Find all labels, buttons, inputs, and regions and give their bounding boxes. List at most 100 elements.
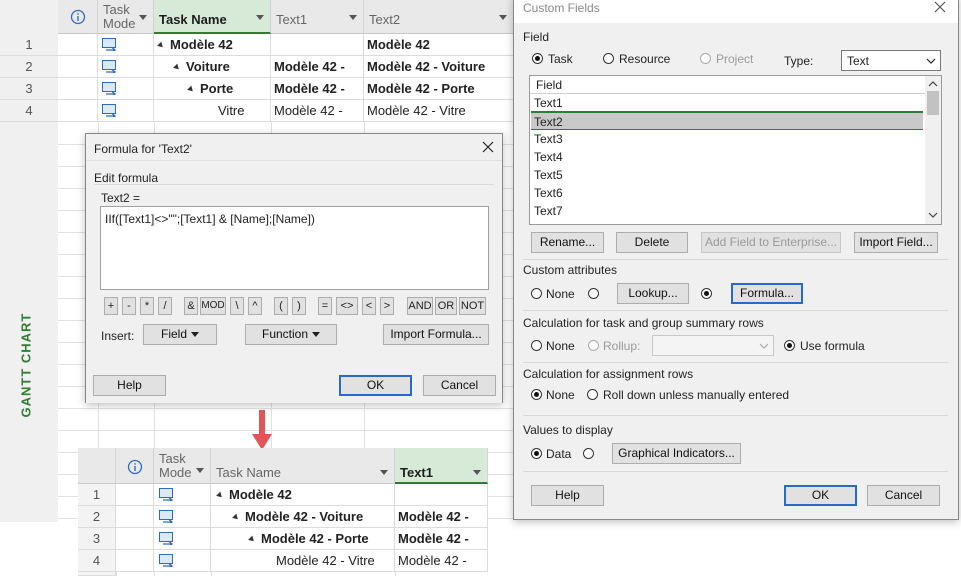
- header-task-mode[interactable]: Task Mode: [98, 0, 154, 34]
- assignment-roll-down-radio[interactable]: [587, 389, 598, 400]
- collapse-triangle-icon[interactable]: [248, 535, 256, 544]
- list-item-selected[interactable]: Text2: [531, 112, 923, 130]
- text1-cell[interactable]: [271, 34, 364, 56]
- summary-use-formula-radio[interactable]: [784, 340, 795, 351]
- insert-function-button[interactable]: Function: [245, 324, 337, 345]
- header-task-mode[interactable]: Task Mode: [154, 448, 211, 484]
- list-item[interactable]: Text5: [531, 166, 923, 184]
- summary-rollup-radio[interactable]: [588, 340, 599, 351]
- chevron-up-icon[interactable]: [928, 80, 938, 87]
- list-item[interactable]: Text7: [531, 202, 923, 220]
- collapse-triangle-icon[interactable]: [232, 513, 240, 522]
- operator-equals-button[interactable]: =: [318, 297, 332, 315]
- operator-divide-button[interactable]: /: [158, 297, 172, 315]
- rollup-select[interactable]: [652, 335, 774, 356]
- operator-less-than-button[interactable]: <: [362, 297, 376, 315]
- cancel-button[interactable]: Cancel: [423, 375, 496, 396]
- text2-cell[interactable]: Modèle 42 - Porte: [364, 78, 514, 100]
- task-name-cell[interactable]: Modèle 42 - Porte: [211, 528, 395, 550]
- collapse-triangle-icon[interactable]: [173, 63, 181, 72]
- text1-cell[interactable]: [395, 484, 488, 506]
- resource-radio[interactable]: [603, 53, 614, 64]
- operator-mod-button[interactable]: MOD: [200, 297, 226, 315]
- insert-field-button[interactable]: Field: [143, 324, 217, 345]
- task-name-cell[interactable]: Porte: [154, 78, 271, 100]
- text1-cell[interactable]: Modèle 42 -: [395, 506, 488, 528]
- operator-plus-button[interactable]: +: [104, 297, 118, 315]
- operator-backslash-button[interactable]: \: [230, 297, 244, 315]
- attributes-none-radio[interactable]: [531, 288, 542, 299]
- lookup-button[interactable]: Lookup...: [617, 283, 689, 304]
- collapse-triangle-icon[interactable]: [187, 85, 195, 94]
- header-task-name[interactable]: Task Name: [154, 0, 271, 34]
- operator-or-button[interactable]: OR: [435, 297, 457, 315]
- header-info[interactable]: [58, 0, 98, 34]
- ok-button[interactable]: OK: [339, 375, 412, 396]
- task-mode-cell[interactable]: [98, 34, 154, 56]
- text1-cell[interactable]: Modèle 42 -: [271, 100, 364, 122]
- task-mode-cell[interactable]: [98, 56, 154, 78]
- project-radio[interactable]: [700, 53, 711, 64]
- task-mode-cell[interactable]: [154, 550, 211, 572]
- values-graphical-radio[interactable]: [583, 448, 594, 459]
- text1-cell[interactable]: Modèle 42 -: [395, 528, 488, 550]
- graphical-indicators-button[interactable]: Graphical Indicators...: [612, 443, 741, 464]
- task-mode-cell[interactable]: [98, 78, 154, 100]
- task-mode-cell[interactable]: [154, 506, 211, 528]
- text1-cell[interactable]: Modèle 42 -: [395, 550, 488, 572]
- chevron-down-icon[interactable]: [928, 212, 938, 219]
- header-text2[interactable]: Text2: [364, 0, 514, 34]
- collapse-triangle-icon[interactable]: [157, 41, 165, 50]
- ok-button[interactable]: OK: [784, 485, 857, 506]
- operator-and-button[interactable]: AND: [407, 297, 433, 315]
- task-name-cell[interactable]: Modèle 42: [211, 484, 395, 506]
- text2-cell[interactable]: Modèle 42: [364, 34, 514, 56]
- task-name-cell[interactable]: Modèle 42: [154, 34, 271, 56]
- list-item[interactable]: Text6: [531, 184, 923, 202]
- help-button[interactable]: Help: [531, 485, 604, 506]
- text2-cell[interactable]: Modèle 42 - Voiture: [364, 56, 514, 78]
- operator-multiply-button[interactable]: *: [140, 297, 154, 315]
- task-mode-cell[interactable]: [154, 484, 211, 506]
- help-button[interactable]: Help: [93, 375, 166, 396]
- list-item[interactable]: Text3: [531, 130, 923, 148]
- operator-open-paren-button[interactable]: (: [274, 297, 288, 315]
- list-item[interactable]: Text4: [531, 148, 923, 166]
- field-list[interactable]: Field Text1 Text2 Text3 Text4 Text5 Text…: [529, 75, 942, 225]
- formula-button[interactable]: Formula...: [731, 283, 803, 304]
- list-item[interactable]: Text8: [531, 220, 923, 224]
- assignment-none-radio[interactable]: [531, 389, 542, 400]
- header-text1[interactable]: Text1: [395, 448, 488, 484]
- collapse-triangle-icon[interactable]: [216, 491, 224, 500]
- operator-close-paren-button[interactable]: ): [292, 297, 306, 315]
- task-name-cell[interactable]: Vitre: [154, 100, 271, 122]
- task-mode-cell[interactable]: [98, 100, 154, 122]
- text1-cell[interactable]: Modèle 42 -: [271, 56, 364, 78]
- operator-not-equal-button[interactable]: <>: [336, 297, 358, 315]
- summary-none-radio[interactable]: [531, 340, 542, 351]
- list-scrollbar[interactable]: [925, 76, 941, 224]
- import-formula-button[interactable]: Import Formula...: [383, 324, 489, 345]
- close-icon[interactable]: [482, 141, 494, 153]
- import-field-button[interactable]: Import Field...: [854, 232, 938, 253]
- close-icon[interactable]: [934, 1, 946, 13]
- task-name-cell[interactable]: Voiture: [154, 56, 271, 78]
- cancel-button[interactable]: Cancel: [867, 485, 940, 506]
- type-select[interactable]: Text: [841, 50, 941, 71]
- rename-button[interactable]: Rename...: [531, 232, 604, 253]
- operator-not-button[interactable]: NOT: [459, 297, 486, 315]
- header-text1[interactable]: Text1: [271, 0, 364, 34]
- operator-minus-button[interactable]: -: [122, 297, 136, 315]
- scroll-thumb[interactable]: [927, 91, 939, 115]
- add-field-to-enterprise-button[interactable]: Add Field to Enterprise...: [701, 232, 841, 253]
- task-name-cell[interactable]: Modèle 42 - Vitre: [211, 550, 395, 572]
- operator-greater-than-button[interactable]: >: [380, 297, 394, 315]
- attributes-formula-radio[interactable]: [701, 288, 712, 299]
- task-name-cell[interactable]: Modèle 42 - Voiture: [211, 506, 395, 528]
- task-mode-cell[interactable]: [154, 528, 211, 550]
- text1-cell[interactable]: Modèle 42 -: [271, 78, 364, 100]
- delete-button[interactable]: Delete: [616, 232, 688, 253]
- task-radio[interactable]: [532, 53, 543, 64]
- header-task-name[interactable]: Task Name: [211, 448, 395, 484]
- values-data-radio[interactable]: [531, 448, 542, 459]
